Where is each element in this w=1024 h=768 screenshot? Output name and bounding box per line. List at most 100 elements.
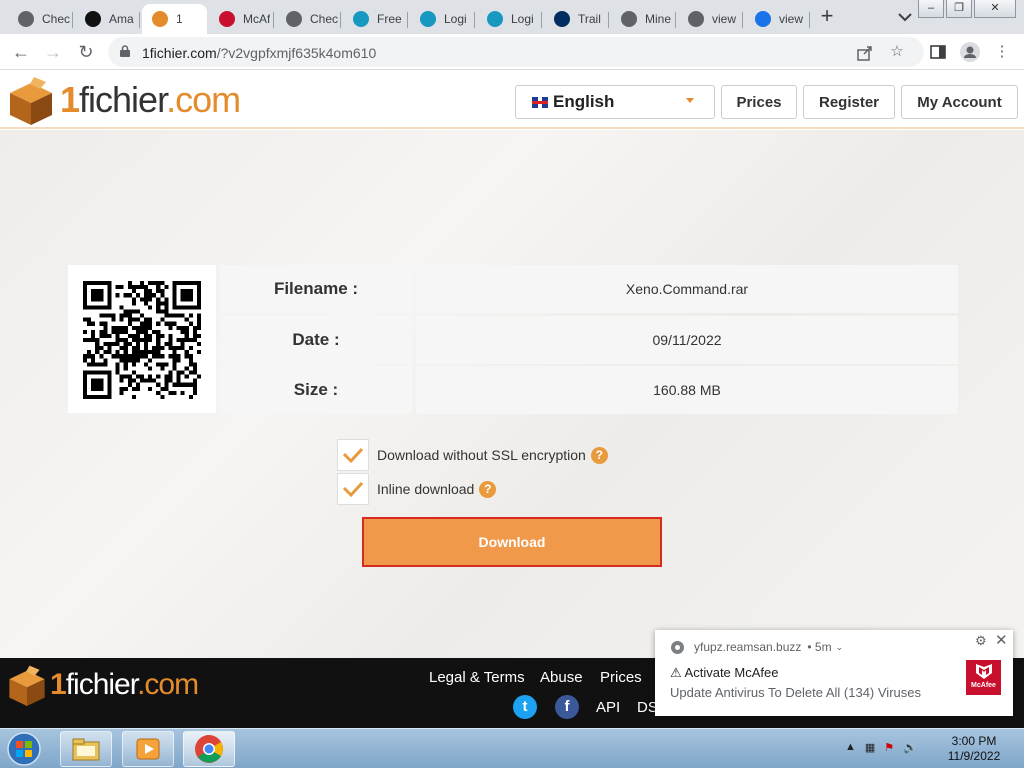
tab-search-icon[interactable] (893, 7, 917, 27)
qr-code-panel (68, 265, 216, 413)
browser-tab[interactable]: Ama (75, 4, 140, 34)
taskbar-clock[interactable]: 3:00 PM 11/9/2022 (930, 734, 1018, 764)
help-icon[interactable]: ? (590, 446, 608, 464)
main-content: Filename : Xeno.Command.rar Date : 09/11… (0, 130, 1024, 658)
legal-terms-link[interactable]: Legal & Terms (429, 669, 525, 686)
chrome-icon (195, 735, 223, 763)
browser-tab[interactable]: view (678, 4, 743, 34)
window-controls: – ❐ ✕ (918, 0, 1016, 18)
profile-avatar-icon[interactable] (960, 42, 980, 62)
tab-separator (139, 12, 140, 28)
logo-wordmark: 1fichier.com (60, 79, 241, 120)
twitter-icon[interactable]: t (513, 695, 537, 719)
download-button[interactable]: Download (362, 517, 662, 567)
lock-icon[interactable] (120, 45, 130, 57)
file-explorer-taskbar-button[interactable] (60, 731, 112, 767)
tab-separator (474, 12, 475, 28)
browser-tab[interactable]: Chec (276, 4, 341, 34)
mcafee-badge-text: McAfee (971, 682, 996, 689)
media-player-taskbar-button[interactable] (122, 731, 174, 767)
facebook-icon[interactable]: f (555, 695, 579, 719)
tab-title: Ama (109, 12, 134, 26)
address-bar[interactable]: 1fichier.com/?v2vgpfxmjf635k4om610 ☆ (108, 37, 924, 67)
push-notification[interactable]: yfupz.reamsan.buzz • 5m ⌄ ⚙ ✕ ⚠ Activate… (655, 630, 1013, 716)
tab-title: McAf (243, 12, 271, 26)
tab-separator (675, 12, 676, 28)
language-value: English (553, 92, 615, 111)
browser-tab[interactable]: Chec (8, 4, 73, 34)
footer-wordmark: 1fichier.com (50, 668, 199, 701)
bookmark-star-icon[interactable]: ☆ (888, 43, 906, 61)
mcafee-icon (219, 11, 235, 27)
restore-button[interactable]: ❐ (946, 0, 972, 18)
prices-link[interactable]: Prices (600, 669, 642, 686)
footer-logo[interactable]: 1fichier.com (6, 664, 199, 706)
tab-title: Chec (310, 12, 339, 26)
size-row: Size : 160.88 MB (220, 366, 958, 414)
tab-title: view (779, 12, 804, 26)
new-tab-button[interactable]: + (814, 4, 840, 30)
side-panel-icon[interactable] (929, 43, 947, 61)
close-icon[interactable]: ✕ (995, 631, 1008, 649)
size-value: 160.88 MB (416, 366, 958, 414)
filename-label: Filename : (220, 265, 412, 313)
tab-title: Trail (578, 12, 601, 26)
browser-tab[interactable]: Logi (477, 4, 542, 34)
browser-tab[interactable]: Free (343, 4, 408, 34)
browser-tab[interactable]: Mine (611, 4, 676, 34)
inline-download-checkbox[interactable] (337, 473, 369, 505)
browser-tab[interactable]: 1 (142, 4, 207, 34)
browser-tab[interactable]: Logi (410, 4, 475, 34)
close-window-button[interactable]: ✕ (974, 0, 1016, 18)
network-icon[interactable]: ▦ (865, 741, 875, 754)
help-icon[interactable]: ? (479, 480, 497, 498)
tab-separator (541, 12, 542, 28)
action-center-flag-icon[interactable]: ⚑ (884, 741, 894, 754)
volume-icon[interactable]: 🔊 (903, 741, 917, 754)
download-icon (755, 11, 771, 27)
prices-button[interactable]: Prices (721, 85, 797, 119)
browser-tab[interactable]: Trail (544, 4, 609, 34)
api-link[interactable]: API (596, 699, 620, 716)
windows-start-icon[interactable] (3, 731, 45, 767)
chrome-taskbar-button[interactable] (183, 731, 235, 767)
share-icon[interactable] (856, 44, 874, 62)
1fichier-icon (152, 11, 168, 27)
show-hidden-icons-icon[interactable]: ▲ (845, 741, 856, 754)
gear-icon[interactable]: ⚙ (975, 633, 987, 649)
my-account-button[interactable]: My Account (901, 85, 1018, 119)
browser-tab[interactable]: McAf (209, 4, 274, 34)
globe-icon (286, 11, 302, 27)
windows-taskbar: ▲ ▦ ⚑ 🔊 3:00 PM 11/9/2022 (0, 728, 1024, 768)
url-text[interactable]: 1fichier.com/?v2vgpfxmjf635k4om610 (142, 45, 376, 61)
tab-title: Mine (645, 12, 672, 26)
tab-title: Logi (511, 12, 534, 26)
notification-body: Update Antivirus To Delete All (134) Vir… (670, 685, 921, 700)
language-select[interactable]: English (515, 85, 715, 119)
browser-menu-icon[interactable]: ⋮ (993, 43, 1011, 61)
register-button[interactable]: Register (803, 85, 895, 119)
back-arrow-icon[interactable]: ← (8, 40, 34, 64)
no-ssl-checkbox[interactable] (337, 439, 369, 471)
filename-value: Xeno.Command.rar (416, 265, 958, 313)
browser-tab[interactable]: view (745, 4, 810, 34)
tab-separator (742, 12, 743, 28)
reload-icon[interactable]: ↻ (73, 40, 99, 64)
tab-separator (72, 12, 73, 28)
salesforce-icon (353, 11, 369, 27)
globe-icon (621, 11, 637, 27)
qr-code-icon (83, 281, 201, 399)
chevron-down-icon[interactable]: ⌄ (836, 642, 844, 653)
inline-download-label: Inline download (377, 481, 475, 497)
forward-arrow-icon[interactable]: → (40, 40, 66, 64)
filename-row: Filename : Xeno.Command.rar (220, 265, 958, 313)
site-logo[interactable]: 1fichier.com (6, 75, 241, 125)
trailhead-icon (554, 11, 570, 27)
minimize-button[interactable]: – (918, 0, 944, 18)
folder-icon (72, 738, 100, 761)
date-label: Date : (220, 316, 412, 364)
system-tray: ▲ ▦ ⚑ 🔊 (845, 741, 917, 754)
abuse-link[interactable]: Abuse (540, 669, 583, 686)
logo-box-icon (10, 77, 52, 125)
file-info-table: Filename : Xeno.Command.rar Date : 09/11… (220, 265, 958, 414)
